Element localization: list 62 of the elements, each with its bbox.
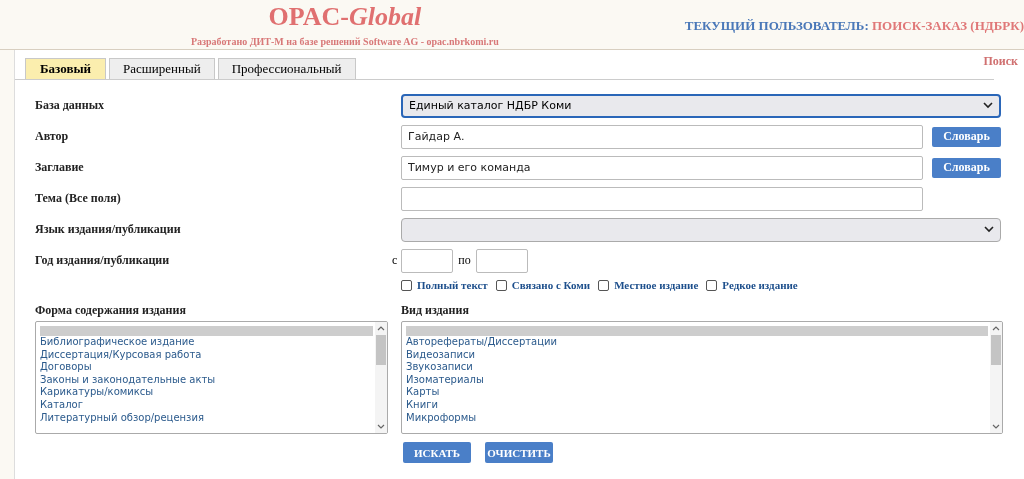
subtitle-text: Разработано ДИТ-М на базе решений Software AG - opac.nbrkomi.ru <box>190 36 499 47</box>
dictionary-button[interactable]: Словарь <box>932 157 1001 178</box>
list-item[interactable]: Книги <box>406 398 988 412</box>
scroll-up-icon[interactable] <box>376 324 386 333</box>
checkbox[interactable] <box>495 279 507 291</box>
list-label: Вид издания <box>401 302 470 319</box>
list-item[interactable]: Диссертация/Курсовая работа <box>40 348 373 362</box>
text-input[interactable]: Гайдар А. <box>401 124 923 149</box>
scroll-thumb[interactable] <box>376 335 386 365</box>
from-label: с <box>392 253 398 268</box>
checkbox-label[interactable]: Редкое издание <box>722 279 798 291</box>
list-item[interactable]: Изоматериалы <box>406 373 988 387</box>
list-item[interactable]: Библиографическое издание <box>40 336 373 349</box>
dropdown[interactable] <box>401 217 1001 242</box>
text-input[interactable]: Тимур и его команда <box>401 155 923 180</box>
checkbox[interactable] <box>401 279 412 291</box>
year-from-input[interactable] <box>401 248 454 273</box>
chevron-down-icon <box>984 226 994 233</box>
checkbox[interactable] <box>598 279 610 291</box>
field-label: Заглавие <box>35 159 84 176</box>
list-item[interactable]: Каталог <box>40 398 373 412</box>
field-label: Язык издания/публикации <box>35 221 181 238</box>
list-item[interactable]: Законы и законодательные акты <box>40 373 373 387</box>
tab[interactable]: Базовый <box>25 58 107 79</box>
list-item[interactable]: Авторефераты/Диссертации <box>406 336 988 349</box>
field-label: База данных <box>35 97 105 114</box>
checkbox-label[interactable]: Связано с Коми <box>511 279 591 291</box>
list-item[interactable]: Договоры <box>40 361 373 374</box>
checkbox-label[interactable]: Местное издание <box>614 279 699 291</box>
to-label: по <box>458 253 471 268</box>
field-label: Год издания/публикации <box>35 252 170 269</box>
field-label: Тема (Все поля) <box>35 190 121 207</box>
action-button[interactable]: ОЧИСТИТЬ <box>485 442 553 463</box>
tab[interactable]: Профессиональный <box>217 58 356 79</box>
scroll-down-icon[interactable] <box>991 422 1001 431</box>
current-user-text: ТЕКУЩИЙ ПОЛЬЗОВАТЕЛЬ: ПОИСК-ЗАКАЗ (НДБРК) <box>684 18 1024 34</box>
text-input[interactable] <box>401 186 923 211</box>
checkbox[interactable] <box>706 279 718 291</box>
logo-text: OPAC-Global <box>268 2 422 32</box>
list-box[interactable]: Библиографическое издание Диссертация/Курсовая работа Договоры Законы и законодательные акты Карикатуры/комиксы Каталог Литературный обзор/рецензия <box>35 321 388 434</box>
field-label: Автор <box>35 128 69 145</box>
list-item[interactable]: Микроформы <box>406 411 988 425</box>
checkbox-label[interactable]: Полный текст <box>417 279 488 291</box>
list-item[interactable]: Карты <box>406 386 988 399</box>
list-item[interactable]: Видеозаписи <box>406 348 988 362</box>
scroll-thumb[interactable] <box>991 335 1001 365</box>
scroll-down-icon[interactable] <box>376 422 386 431</box>
chevron-down-icon <box>983 102 993 109</box>
year-to-input[interactable] <box>475 248 528 273</box>
dropdown[interactable]: Единый каталог НДБР Коми <box>401 93 1001 118</box>
scroll-up-icon[interactable] <box>991 324 1001 333</box>
scrollbar[interactable] <box>990 322 1002 433</box>
scrollbar[interactable] <box>375 322 387 433</box>
list-item[interactable]: Звукозаписи <box>406 361 988 374</box>
list-label: Форма содержания издания <box>35 302 187 319</box>
action-button[interactable]: ИСКАТЬ <box>403 442 471 463</box>
list-item[interactable]: Литературный обзор/рецензия <box>40 411 373 425</box>
page-title: Поиск <box>983 54 1018 69</box>
tab[interactable]: Расширенный <box>109 58 215 79</box>
dictionary-button[interactable]: Словарь <box>932 126 1001 147</box>
list-box[interactable]: Авторефераты/Диссертации Видеозаписи Звукозаписи Изоматериалы Карты Книги Микроформы <box>401 321 1003 434</box>
list-item[interactable]: Карикатуры/комиксы <box>40 386 373 399</box>
